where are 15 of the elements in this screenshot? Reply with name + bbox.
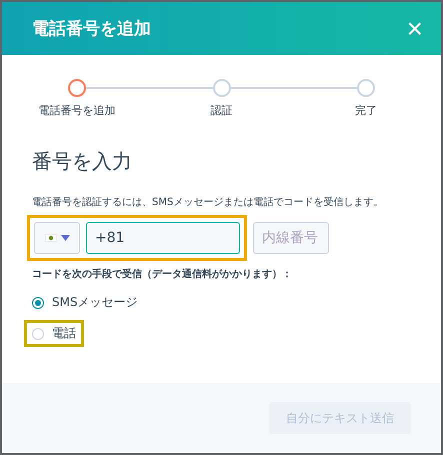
extension-field[interactable]: 内線番号 [253, 222, 329, 254]
step-label: 完了 [355, 103, 377, 118]
country-select[interactable] [34, 222, 80, 254]
caret-icon [60, 235, 70, 241]
flag-icon [44, 234, 56, 242]
radio-button[interactable] [32, 296, 44, 308]
method-label: コードを次の手段で受信（データ通信料がかかります）： [32, 268, 293, 281]
step-label: 認証 [210, 103, 232, 118]
radio-option[interactable]: 電話 [24, 320, 84, 347]
phone-field[interactable]: +81 [86, 222, 240, 254]
radio-option[interactable]: SMSメッセージ [24, 289, 146, 316]
section-heading: 番号を入力 [32, 148, 133, 175]
description-text: 電話番号を認証するには、SMSメッセージまたは電話でコードを受信します。 [32, 196, 384, 209]
dialog-title: 電話番号を追加 [32, 18, 151, 40]
step-label: 電話番号を追加 [38, 103, 116, 118]
